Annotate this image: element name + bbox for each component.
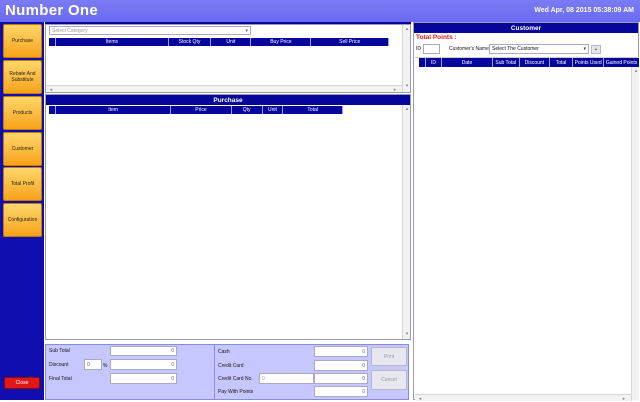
scroll-up-icon[interactable]: ▴ <box>403 106 411 112</box>
final-total-field[interactable]: 0 <box>110 373 177 384</box>
customer-id-field[interactable] <box>423 44 440 54</box>
column-header[interactable]: Stock Qty <box>169 38 212 46</box>
sidebar-item-rebate-and-substitute[interactable]: Rebate And Substitute <box>3 60 42 94</box>
column-header[interactable]: Points Used <box>573 58 605 67</box>
scroll-down-icon[interactable]: ▾ <box>403 331 411 337</box>
customer-name-select[interactable]: Select The Customer ▾ <box>489 44 589 54</box>
sidebar-item-total-profit[interactable]: Total Profit <box>3 167 42 201</box>
print-button[interactable]: Print <box>371 347 407 366</box>
sidebar-item-configuration[interactable]: Configuration <box>3 203 42 237</box>
purchase-title-bar: Purchase <box>46 95 410 105</box>
column-header[interactable]: Gained Points <box>604 58 639 67</box>
add-customer-button[interactable]: + <box>591 45 601 54</box>
customer-id-label: ID <box>416 46 421 52</box>
row-selector-column <box>49 38 56 46</box>
column-header[interactable]: ID <box>426 58 443 67</box>
category-select[interactable]: Select Category ▾ <box>49 26 251 35</box>
purchase-table-header: Item Price Qty Unit Total <box>49 106 343 114</box>
scroll-down-icon[interactable]: ▾ <box>403 83 411 89</box>
column-header[interactable]: Discount <box>520 58 550 67</box>
sidebar-item-customer[interactable]: Customer <box>3 132 42 166</box>
customer-title-bar: Customer <box>414 23 638 33</box>
totals-payment-panel: Sub Total 0 Discount 0 % 0 Final Total 0… <box>45 344 409 400</box>
pay-with-points-field[interactable]: 0 <box>314 386 368 397</box>
chevron-down-icon: ▾ <box>245 27 248 34</box>
column-header[interactable]: Item <box>56 106 172 114</box>
close-button[interactable]: Close <box>4 377 40 389</box>
column-header[interactable]: Qty <box>232 106 263 114</box>
column-header[interactable]: Items <box>56 38 169 46</box>
discount-percent-field[interactable]: 0 <box>84 359 102 370</box>
pay-with-points-label: Pay With Points <box>218 389 254 395</box>
percent-sign: % <box>103 363 108 369</box>
cancel-button[interactable]: Cancel <box>371 370 407 390</box>
cash-label: Cash <box>218 349 230 355</box>
sub-total-field[interactable]: 0 <box>110 346 177 356</box>
total-points-label: Total Points : <box>416 34 457 41</box>
column-header[interactable]: Sell Price <box>311 38 389 46</box>
scroll-left-icon[interactable]: ◂ <box>417 395 423 402</box>
purchase-vertical-scrollbar[interactable]: ▴ ▾ <box>402 105 410 339</box>
products-horizontal-scrollbar[interactable]: ◂ ▸ <box>46 85 402 93</box>
credit-card-label: Credit Card <box>218 363 244 369</box>
customer-name-select-value: Select The Customer <box>492 46 539 52</box>
purchase-panel: Purchase Item Price Qty Unit Total ▴ ▾ <box>45 94 411 340</box>
column-header[interactable]: Buy Price <box>251 38 312 46</box>
datetime-display: Wed Apr, 08 2015 05:38:09 AM <box>534 7 634 14</box>
sub-total-label: Sub Total <box>49 348 70 354</box>
chevron-down-icon: ▾ <box>583 46 586 52</box>
column-header[interactable]: Total <box>283 106 343 114</box>
category-select-placeholder: Select Category <box>52 27 88 34</box>
credit-card-field[interactable]: 0 <box>314 360 368 371</box>
customer-name-label: Customer's Name <box>449 46 489 52</box>
customer-table-header: ID Date Sub Total Discount Total Points … <box>419 58 639 67</box>
scroll-right-icon[interactable]: ▸ <box>392 86 398 93</box>
scroll-left-icon[interactable]: ◂ <box>48 86 54 93</box>
customer-panel: Customer Total Points : ID Customer's Na… <box>413 22 639 402</box>
products-panel: Select Category ▾ Items Stock Qty Unit B… <box>45 24 411 93</box>
column-header[interactable]: Unit <box>263 106 284 114</box>
credit-card-no-amount-field[interactable]: 0 <box>314 373 368 384</box>
sidebar-item-purchase[interactable]: Purchase <box>3 24 42 58</box>
discount-label: Discount <box>49 362 69 368</box>
scroll-up-icon[interactable]: ▴ <box>632 68 640 74</box>
column-header[interactable]: Date <box>442 58 493 67</box>
divider <box>214 345 215 399</box>
column-header[interactable]: Total <box>550 58 574 67</box>
row-selector-column <box>419 58 426 67</box>
cash-field[interactable]: 0 <box>314 346 368 357</box>
scroll-right-icon[interactable]: ▸ <box>621 395 627 402</box>
credit-card-no-field[interactable]: 0 <box>259 373 314 384</box>
final-total-label: Final Total <box>49 376 72 382</box>
app-header: Number One Wed Apr, 08 2015 05:38:09 AM <box>0 0 640 22</box>
products-vertical-scrollbar[interactable]: ▴ ▾ <box>402 25 410 92</box>
column-header[interactable]: Unit <box>211 38 252 46</box>
column-header[interactable]: Sub Total <box>493 58 520 67</box>
customer-history-table: ID Date Sub Total Discount Total Points … <box>415 57 639 402</box>
column-header[interactable]: Price <box>171 106 232 114</box>
credit-card-no-label: Credit Card No. <box>218 376 253 382</box>
row-selector-column <box>49 106 56 114</box>
products-table-header: Items Stock Qty Unit Buy Price Sell Pric… <box>49 38 389 46</box>
sidebar-item-products[interactable]: Products <box>3 96 42 130</box>
customer-vertical-scrollbar[interactable]: ▴ <box>631 67 639 401</box>
scroll-up-icon[interactable]: ▴ <box>403 26 411 32</box>
discount-value-field[interactable]: 0 <box>110 359 177 370</box>
app-title: Number One <box>5 2 99 19</box>
